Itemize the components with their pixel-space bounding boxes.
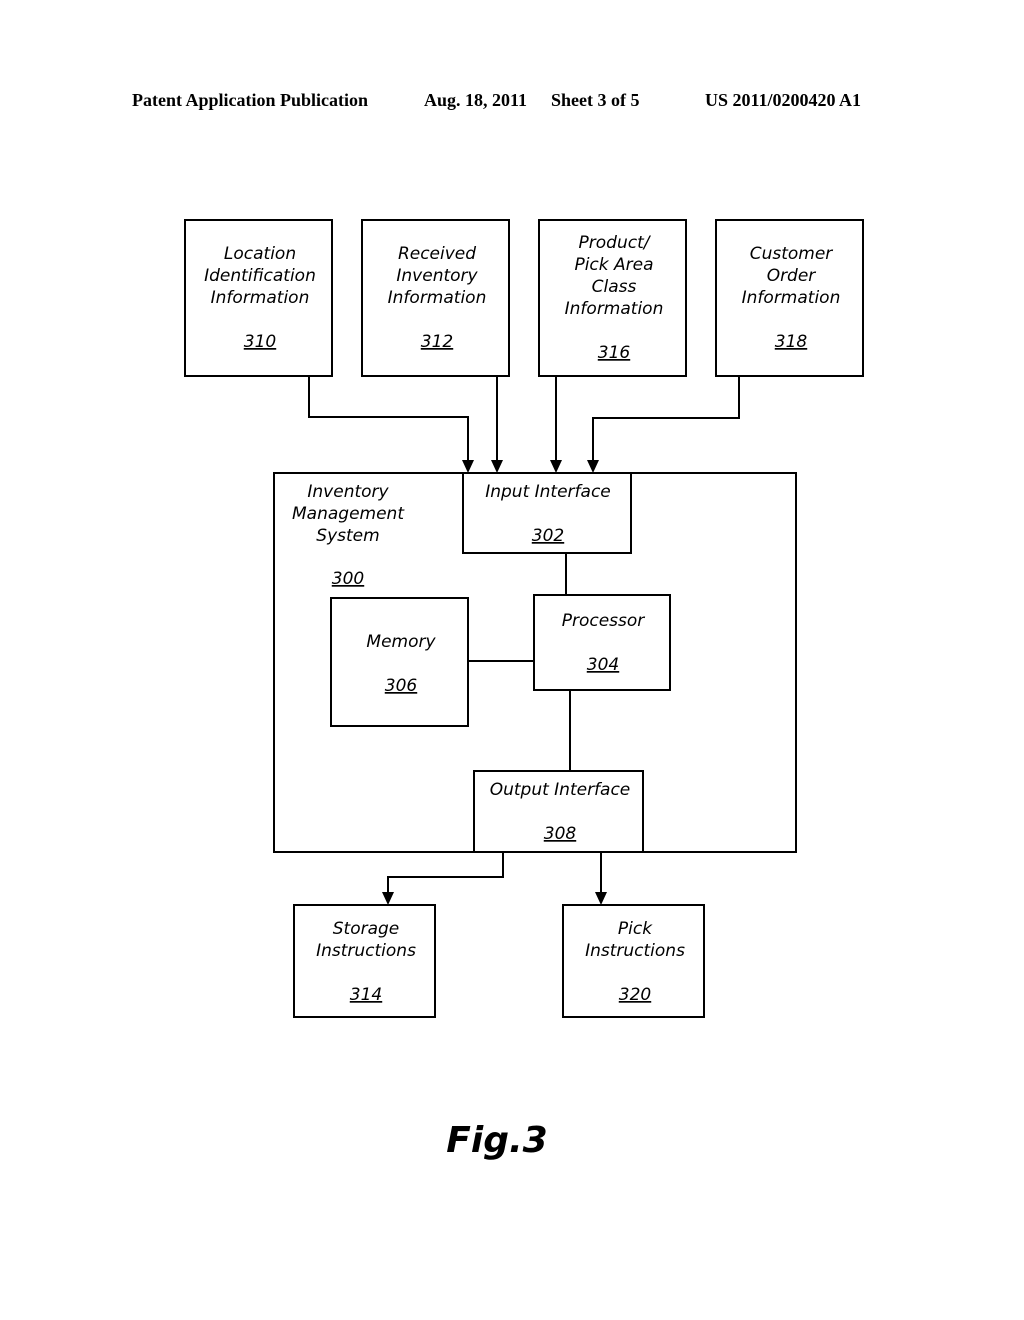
node-label: Inventory	[307, 482, 389, 502]
node-ref: 310	[244, 332, 276, 352]
node-label: Class	[592, 277, 637, 297]
node-ref: 304	[587, 655, 619, 675]
arrow-head	[462, 460, 474, 473]
arrow-head	[382, 892, 394, 905]
node-label: Information	[388, 288, 487, 308]
arrow-head	[595, 892, 607, 905]
node-label: Pick Area	[574, 255, 653, 275]
arrow-head	[491, 460, 503, 473]
node-ref: 300	[332, 569, 364, 589]
node-ref: 318	[775, 332, 808, 352]
node-label: Information	[565, 299, 664, 319]
node-ref: 306	[385, 676, 418, 696]
node-ref: 316	[598, 343, 631, 363]
node-label: Memory	[366, 632, 436, 652]
node-label: Inventory	[396, 266, 478, 286]
node-ref: 320	[619, 985, 651, 1005]
node-label: Identification	[204, 266, 316, 286]
arrow-head	[587, 460, 599, 473]
node-label: Input Interface	[485, 482, 611, 502]
node-label: System	[316, 526, 379, 546]
diagram: Location Identification Information 310 …	[184, 219, 864, 1161]
node-label: Location	[224, 244, 296, 264]
node-label: Information	[211, 288, 310, 308]
figure-label: Fig.3	[446, 1120, 547, 1161]
node-label: Output Interface	[490, 780, 631, 800]
node-ref: 312	[421, 332, 453, 352]
node-ref: 308	[544, 824, 577, 844]
node-ref: 314	[350, 985, 382, 1005]
node-label: Order	[767, 266, 817, 286]
node-label: Storage	[333, 919, 400, 939]
node-ref: 302	[532, 526, 564, 546]
memory-box	[330, 597, 469, 727]
edge-310-302	[308, 376, 469, 463]
node-label: Customer	[750, 244, 834, 264]
node-label: Pick	[618, 919, 653, 939]
arrow-head	[550, 460, 562, 473]
node-label: Product/	[579, 233, 652, 253]
node-label: Instructions	[316, 941, 416, 961]
node-label: Received	[398, 244, 476, 264]
edge-308-314	[387, 852, 504, 895]
edge-318-302	[592, 376, 740, 463]
node-label: Management	[292, 504, 405, 524]
node-label: Instructions	[585, 941, 685, 961]
processor-box	[533, 594, 671, 691]
node-label: Information	[742, 288, 841, 308]
node-label: Processor	[562, 611, 646, 631]
